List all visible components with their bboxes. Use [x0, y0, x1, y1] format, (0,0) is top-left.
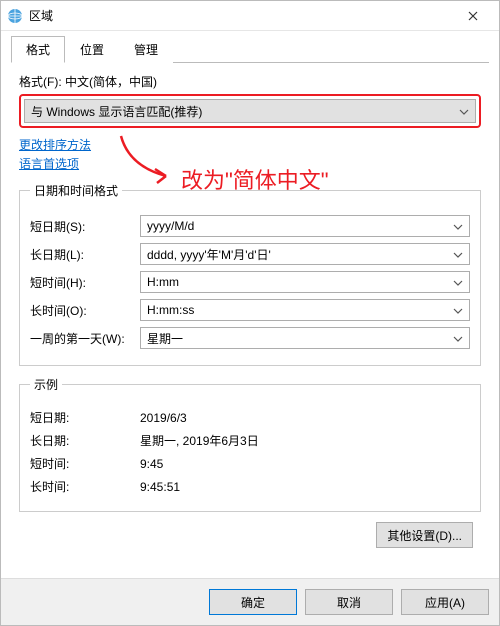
long-date-combo[interactable]: dddd, yyyy'年'M'月'd'日': [140, 243, 470, 265]
example-short-time-value: 9:45: [140, 457, 163, 471]
long-time-value: H:mm:ss: [147, 303, 194, 317]
short-time-value: H:mm: [147, 275, 179, 289]
short-time-label: 短时间(H):: [30, 274, 140, 291]
format-label: 格式(F): 中文(简体，中国): [19, 73, 481, 90]
short-date-label: 短日期(S):: [30, 218, 140, 235]
ok-button[interactable]: 确定: [209, 589, 297, 615]
long-date-label: 长日期(L):: [30, 246, 140, 263]
example-short-date-value: 2019/6/3: [140, 411, 187, 425]
change-sort-link[interactable]: 更改排序方法: [19, 136, 481, 153]
apply-button[interactable]: 应用(A): [401, 589, 489, 615]
short-time-combo[interactable]: H:mm: [140, 271, 470, 293]
example-long-date-label: 长日期:: [30, 432, 140, 449]
short-date-combo[interactable]: yyyy/M/d: [140, 215, 470, 237]
cancel-button[interactable]: 取消: [305, 589, 393, 615]
datetime-format-legend: 日期和时间格式: [30, 182, 122, 199]
chevron-down-icon: [453, 247, 463, 261]
long-time-label: 长时间(O):: [30, 302, 140, 319]
close-button[interactable]: [453, 2, 493, 30]
format-select-value: 与 Windows 显示语言匹配(推荐): [31, 103, 202, 120]
format-select[interactable]: 与 Windows 显示语言匹配(推荐): [24, 99, 476, 123]
example-short-time-label: 短时间:: [30, 455, 140, 472]
dialog-footer: 确定 取消 应用(A): [1, 578, 499, 625]
tab-bar: 格式 位置 管理: [11, 35, 489, 63]
first-day-value: 星期一: [147, 330, 183, 347]
language-preferences-link[interactable]: 语言首选项: [19, 155, 481, 172]
window-title: 区域: [29, 7, 453, 24]
chevron-down-icon: [453, 275, 463, 289]
titlebar: 区域: [1, 1, 499, 31]
tab-format[interactable]: 格式: [11, 36, 65, 63]
dialog-body: 格式 位置 管理 格式(F): 中文(简体，中国) 与 Windows 显示语言…: [1, 31, 499, 578]
example-short-date-label: 短日期:: [30, 409, 140, 426]
links-block: 更改排序方法 语言首选项: [19, 136, 481, 172]
chevron-down-icon: [459, 104, 469, 118]
example-fieldset: 示例 短日期: 2019/6/3 长日期: 星期一, 2019年6月3日 短时间…: [19, 376, 481, 512]
chevron-down-icon: [453, 331, 463, 345]
datetime-format-fieldset: 日期和时间格式 短日期(S): yyyy/M/d 长日期(L): dddd, y…: [19, 182, 481, 366]
long-time-combo[interactable]: H:mm:ss: [140, 299, 470, 321]
example-long-time-label: 长时间:: [30, 478, 140, 495]
example-legend: 示例: [30, 376, 62, 393]
tab-content: 格式(F): 中文(简体，中国) 与 Windows 显示语言匹配(推荐) 更改…: [11, 73, 489, 548]
short-date-value: yyyy/M/d: [147, 219, 194, 233]
example-long-time-value: 9:45:51: [140, 480, 180, 494]
region-dialog: 区域 格式 位置 管理 格式(F): 中文(简体，中国) 与 Windows 显…: [0, 0, 500, 626]
globe-icon: [7, 8, 23, 24]
chevron-down-icon: [453, 219, 463, 233]
annotation-highlight-box: 与 Windows 显示语言匹配(推荐): [19, 94, 481, 128]
other-settings-row: 其他设置(D)...: [19, 522, 473, 548]
tab-admin[interactable]: 管理: [119, 36, 173, 63]
chevron-down-icon: [453, 303, 463, 317]
first-day-combo[interactable]: 星期一: [140, 327, 470, 349]
first-day-label: 一周的第一天(W):: [30, 330, 140, 347]
example-long-date-value: 星期一, 2019年6月3日: [140, 432, 259, 449]
tab-location[interactable]: 位置: [65, 36, 119, 63]
other-settings-button[interactable]: 其他设置(D)...: [376, 522, 473, 548]
long-date-value: dddd, yyyy'年'M'月'd'日': [147, 246, 271, 263]
